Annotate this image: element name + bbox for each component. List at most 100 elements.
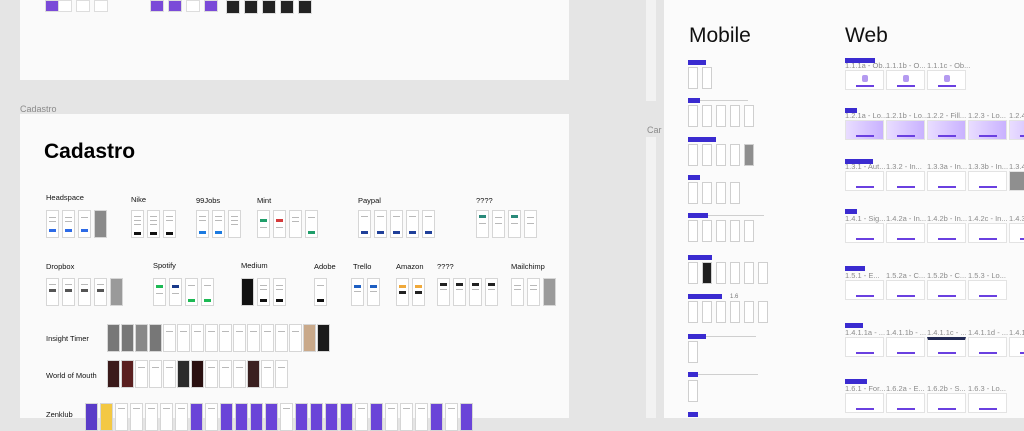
top-frame-thumbs-a [45,0,59,12]
mobile-row-5[interactable] [688,220,754,242]
thumbs-adobe[interactable] [314,278,327,306]
screen-thumbnail [370,403,383,431]
thumbs-paypal[interactable] [358,210,435,238]
mobile-row-9[interactable] [688,380,698,402]
mobile-title: Mobile [689,24,751,47]
mobile-marker: 1.6 [730,294,739,300]
thumbs-trello[interactable] [351,278,380,306]
web-screen: 1.2.1a - Lo... [845,111,887,140]
thumbs-spotify[interactable] [153,278,214,306]
screen-thumbnail [160,403,173,431]
screen-thumbnail [163,210,176,238]
screen-thumbnail [730,301,740,323]
top-frame-thumbs-d [226,0,312,14]
mobile-row-3[interactable] [688,144,754,166]
frame-label-clipped[interactable]: Car [647,125,662,135]
screen-thumbnail [228,210,241,238]
thumbs-zenklub[interactable] [85,403,473,431]
group-label-world-of-mouth: World of Mouth [46,371,97,380]
section-tag [688,294,722,299]
web-row-4[interactable]: 1.4.1 - Sig... 1.4.2a - In... 1.4.2b - I… [845,214,1024,243]
mobile-row-1[interactable] [688,67,712,89]
screen-thumbnail [273,210,286,238]
frame-label-cadastro[interactable]: Cadastro [20,104,57,114]
screen-thumbnail [390,210,403,238]
web-screen: 1.4.1.1a - ... [845,328,885,357]
screen-thumbnail [177,324,190,352]
thumbnail [168,0,182,12]
web-row-1[interactable]: 1.1.1a - Ob... 1.1.1b - O... 1.1.1c - Ob… [845,61,970,90]
section-tag [688,60,706,65]
screen-thumbnail [460,403,473,431]
group-label-nike: Nike [131,195,147,204]
web-screen: 1.4.1.1b - ... [886,328,926,357]
screen-thumbnail [94,210,107,238]
screen-thumbnail [261,360,274,388]
mobile-row-6[interactable] [688,262,768,284]
screen-thumbnail [295,403,308,431]
thumbs-medium[interactable] [241,278,286,306]
web-screen: 1.4.2c - In... [968,214,1008,243]
screen-thumbnail [688,380,698,402]
screen-thumbnail [437,278,450,306]
screen-thumbnail [730,220,740,242]
screen-thumbnail [730,105,740,127]
middle-frame-sliver[interactable] [646,0,656,101]
screen-thumbnail [163,360,176,388]
screen-thumbnail [145,403,158,431]
thumbs-insight-timer[interactable] [107,324,330,352]
screen-thumbnail [527,278,540,306]
screen-thumbnail [374,210,387,238]
web-screen: 1.1.1b - O... [886,61,926,90]
web-row-6[interactable]: 1.4.1.1a - ... 1.4.1.1b - ... 1.4.1.1c -… [845,328,1024,357]
screen-thumbnail [716,144,726,166]
thumbs-nike[interactable] [131,210,176,238]
thumbnail [45,0,59,12]
thumbs-mailchimp[interactable] [511,278,556,306]
web-screen: 1.2.4 - Lo... [1009,111,1024,140]
thumbs-99jobs[interactable] [196,210,241,238]
screen-thumbnail [476,210,489,238]
mobile-row-8[interactable] [688,341,698,363]
screen-thumbnail [716,301,726,323]
mobile-row-2[interactable] [688,105,754,127]
screen-thumbnail [716,262,726,284]
web-row-5[interactable]: 1.5.1 - E... 1.5.2a - C... 1.5.2b - C...… [845,271,1007,300]
group-label-adobe: Adobe [314,262,336,271]
thumbs-headspace[interactable] [46,210,107,238]
web-row-3[interactable]: 1.3.1 - Aut... 1.3.2 - In... 1.3.3a - In… [845,162,1024,191]
thumbs-world-of-mouth[interactable] [107,360,288,388]
top-frame-thumbs-b [58,0,108,12]
screen-thumbnail [385,403,398,431]
thumbnail [244,0,258,14]
mobile-row-7[interactable] [688,301,768,323]
screen-thumbnail [453,278,466,306]
thumbnail [280,0,294,14]
screen-thumbnail [716,105,726,127]
thumbs-dropbox[interactable] [46,278,123,306]
web-row-7[interactable]: 1.6.1 - For... 1.6.2a - E... 1.6.2b - S.… [845,384,1007,413]
screen-thumbnail [688,262,698,284]
screen-thumbnail [135,360,148,388]
web-screen: 1.3.3a - In... [927,162,967,191]
thumbs-mint[interactable] [257,210,318,238]
thumbs-amazon[interactable] [396,278,425,306]
screen-thumbnail [406,210,419,238]
mobile-row-4[interactable] [688,182,740,204]
screen-thumbnail [147,210,160,238]
web-screen: 1.5.2a - C... [886,271,925,300]
screen-thumbnail [265,403,278,431]
section-tag [688,213,708,218]
web-screen: 1.3.4 - Lo... [1009,162,1024,191]
thumbs-unknown-2[interactable] [437,278,498,306]
group-label-dropbox: Dropbox [46,262,75,271]
middle-frame-sliver-2[interactable] [646,137,656,418]
thumbs-unknown-1[interactable] [476,210,537,238]
screen-thumbnail [107,360,120,388]
web-row-2[interactable]: 1.2.1a - Lo... 1.2.1b - Lo... 1.2.2 - Fi… [845,111,1024,140]
group-label-trello: Trello [353,262,372,271]
screen-thumbnail [275,324,288,352]
section-tag [688,175,700,180]
screen-thumbnail [758,262,768,284]
screen-thumbnail [46,210,59,238]
